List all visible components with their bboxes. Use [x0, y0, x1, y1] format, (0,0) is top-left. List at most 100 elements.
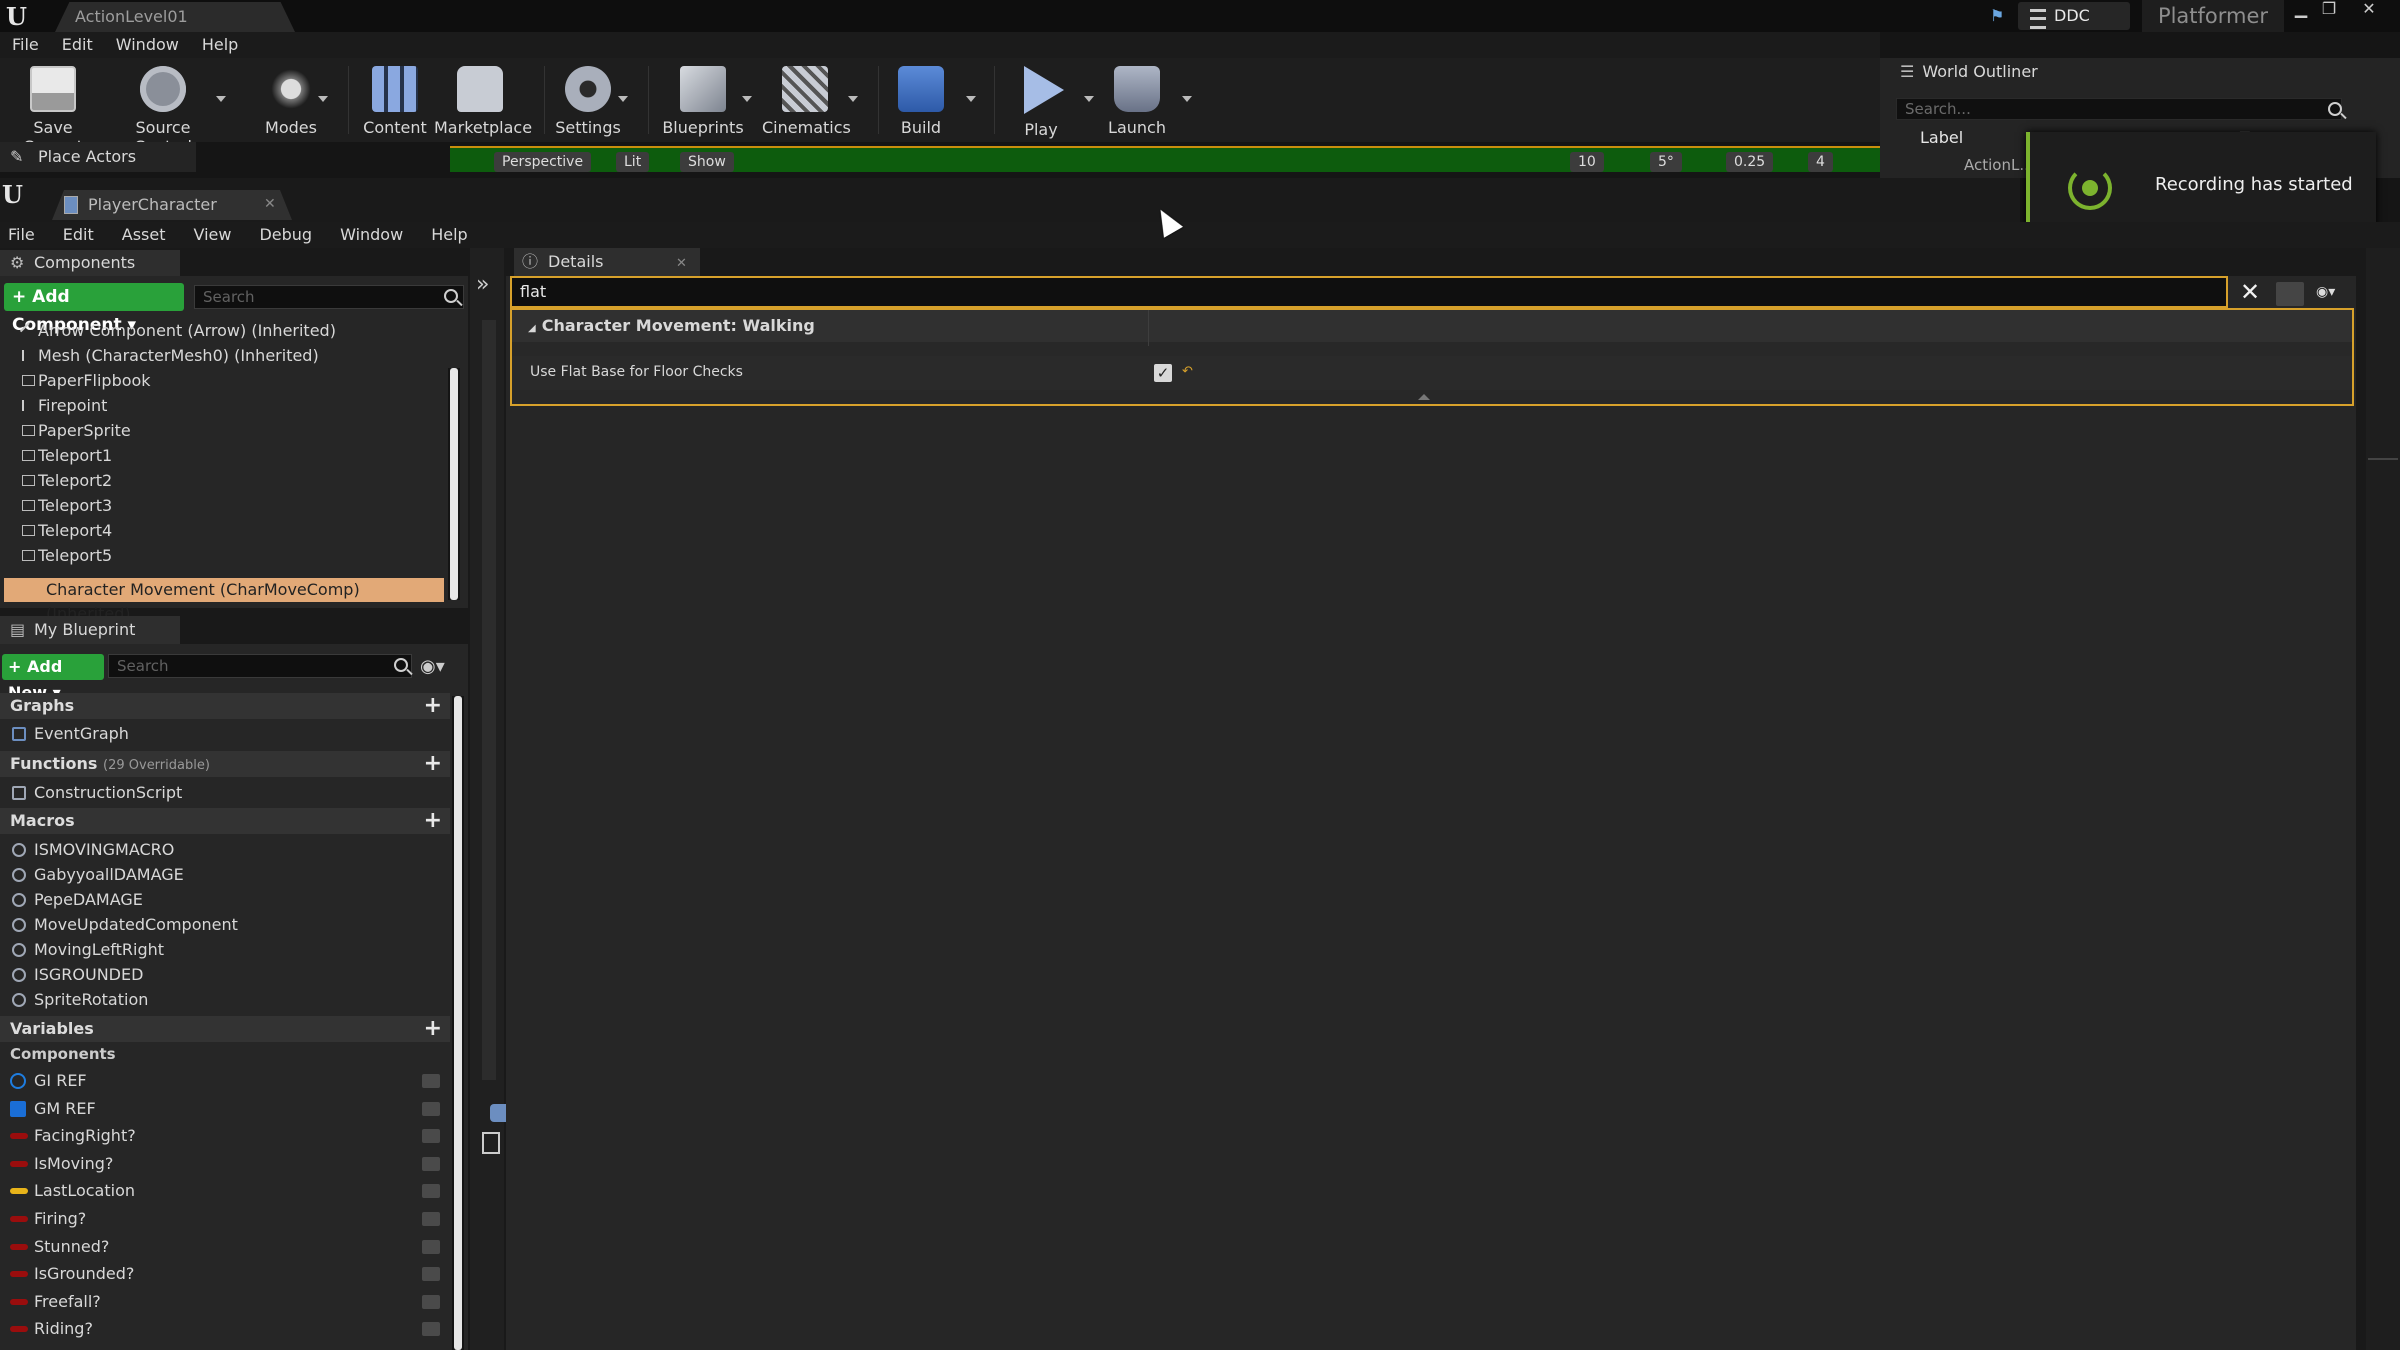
category-character-movement-walking[interactable]: ◢ Character Movement: Walking	[512, 310, 2352, 342]
add-graph-icon[interactable]: +	[424, 693, 442, 719]
cinematics-button[interactable]: Cinematics	[762, 62, 851, 140]
component-item[interactable]: Teleport3	[22, 494, 112, 518]
level-tab[interactable]: ActionLevel01	[55, 2, 295, 32]
clear-search-icon[interactable]: ✕	[2240, 278, 2260, 306]
graph-item[interactable]: EventGraph	[12, 722, 129, 746]
macro-item[interactable]: GabyyoallDAMAGE	[12, 863, 184, 887]
visibility-toggle-icon[interactable]	[422, 1294, 440, 1309]
play-button[interactable]: Play	[1010, 62, 1072, 140]
component-item[interactable]: Firepoint	[22, 394, 107, 418]
components-search[interactable]: Search	[194, 285, 464, 309]
visibility-toggle-icon[interactable]	[422, 1267, 440, 1282]
bp-menu-window[interactable]: Window	[340, 222, 403, 248]
add-variable-icon[interactable]: +	[424, 1016, 442, 1042]
collapse-arrow-icon[interactable]	[1418, 394, 1430, 400]
macros-section[interactable]: Macros +	[0, 808, 450, 834]
variable-row[interactable]: Riding?	[0, 1316, 450, 1342]
visibility-toggle-icon[interactable]	[422, 1074, 440, 1088]
show-button[interactable]: Show	[680, 152, 734, 172]
place-actors-tab[interactable]: ✎ Place Actors	[0, 142, 196, 172]
variables-section[interactable]: Variables +	[0, 1016, 450, 1042]
visibility-toggle-icon[interactable]	[422, 1184, 440, 1199]
blueprint-tab[interactable]: PlayerCharacter	[52, 190, 292, 220]
outliner-column-label[interactable]: Label	[1920, 128, 1963, 147]
use-flat-base-checkbox[interactable]: ✓	[1154, 364, 1172, 382]
variable-row[interactable]: Stunned?	[0, 1234, 450, 1260]
launch-button[interactable]: Launch	[1106, 62, 1168, 140]
minimize-icon[interactable]: ▁	[2288, 0, 2314, 20]
components-tab[interactable]: ⚙ Components	[0, 250, 180, 276]
menu-file[interactable]: File	[12, 32, 39, 58]
variable-row[interactable]: GM REF	[0, 1096, 450, 1122]
function-item[interactable]: ConstructionScript	[12, 781, 182, 805]
add-function-icon[interactable]: +	[424, 751, 442, 777]
outliner-row[interactable]: ActionL...	[1964, 156, 2034, 174]
variable-row[interactable]: IsGrounded?	[0, 1261, 450, 1287]
menu-edit[interactable]: Edit	[62, 32, 93, 58]
build-button[interactable]: Build	[890, 62, 952, 140]
visibility-toggle-icon[interactable]	[422, 1129, 440, 1144]
side-scrollbar[interactable]	[482, 320, 496, 1080]
variable-row[interactable]: Firing?	[0, 1206, 450, 1232]
expand-panel-icon[interactable]: »	[476, 272, 489, 297]
component-item[interactable]: PaperSprite	[22, 419, 131, 443]
source-control-button[interactable]: Source Control	[110, 62, 216, 156]
modes-button[interactable]: Modes	[258, 62, 324, 140]
bp-menu-view[interactable]: View	[194, 222, 232, 248]
close-tab-icon[interactable]: ✕	[676, 256, 687, 271]
component-item-character-movement[interactable]: Character Movement (CharMoveComp) (Inher…	[4, 578, 444, 623]
add-new-button[interactable]: + Add New ▾	[2, 654, 104, 702]
add-macro-icon[interactable]: +	[424, 808, 442, 834]
variable-row[interactable]: Freefall?	[0, 1289, 450, 1315]
bp-menu-asset[interactable]: Asset	[122, 222, 166, 248]
add-component-button[interactable]: + Add Component ▾	[4, 283, 184, 335]
functions-section[interactable]: Functions (29 Overridable) +	[0, 751, 450, 777]
visibility-toggle-icon[interactable]	[422, 1212, 440, 1226]
reset-to-default-icon[interactable]: ↶	[1182, 364, 1193, 379]
my-blueprint-scrollbar[interactable]	[452, 696, 464, 1350]
visibility-toggle-icon[interactable]	[422, 1156, 440, 1171]
lit-button[interactable]: Lit	[616, 152, 650, 172]
close-icon[interactable]: ✕	[2356, 0, 2382, 20]
visibility-toggle-icon[interactable]	[422, 1322, 440, 1337]
macro-item[interactable]: MovingLeftRight	[12, 938, 164, 962]
visibility-toggle-icon[interactable]	[422, 1101, 440, 1116]
rotation-snap[interactable]: 5°	[1650, 152, 1682, 172]
visibility-icon[interactable]: ◉▾	[420, 656, 445, 677]
components-category[interactable]: Components	[10, 1045, 116, 1063]
camera-speed[interactable]: 4	[1808, 152, 1833, 172]
variable-row[interactable]: GI REF	[0, 1068, 450, 1094]
macro-item[interactable]: SpriteRotation	[12, 988, 148, 1012]
details-search-input[interactable]: flat	[510, 276, 2228, 308]
macro-item[interactable]: PepeDAMAGE	[12, 888, 143, 912]
view-options-icon[interactable]	[2276, 282, 2304, 306]
graphs-section[interactable]: Graphs +	[0, 693, 450, 719]
save-current-button[interactable]: Save Current	[8, 62, 98, 156]
world-outliner-search[interactable]: Search...	[1896, 98, 2342, 120]
component-item[interactable]: Teleport5	[22, 544, 112, 568]
component-item[interactable]: PaperFlipbook	[22, 369, 151, 393]
visibility-icon[interactable]: ◉▾	[2316, 284, 2350, 304]
components-scrollbar[interactable]	[448, 368, 460, 600]
my-blueprint-search[interactable]: Search	[108, 654, 412, 678]
bp-menu-debug[interactable]: Debug	[259, 222, 312, 248]
details-tab[interactable]: ⓘ Details	[514, 248, 700, 276]
palette-icon[interactable]	[482, 1132, 500, 1154]
component-item[interactable]: Mesh (CharacterMesh0) (Inherited)	[22, 344, 319, 368]
blueprints-button[interactable]: Blueprints	[660, 62, 746, 140]
ddc-button[interactable]: DDC	[2018, 2, 2130, 30]
visibility-toggle-icon[interactable]	[422, 1239, 440, 1254]
component-item[interactable]: Teleport1	[22, 444, 112, 468]
variable-row[interactable]: IsMoving?	[0, 1151, 450, 1177]
scale-snap[interactable]: 0.25	[1726, 152, 1774, 172]
marketplace-button[interactable]: Marketplace	[434, 62, 532, 140]
perspective-button[interactable]: Perspective	[494, 152, 592, 172]
my-blueprint-tab[interactable]: ▤ My Blueprint	[0, 616, 180, 644]
component-item[interactable]: Arrow Component (Arrow) (Inherited)	[19, 319, 336, 343]
variable-row[interactable]: LastLocation	[0, 1178, 450, 1204]
bp-menu-edit[interactable]: Edit	[63, 222, 94, 248]
settings-button[interactable]: Settings	[554, 62, 622, 140]
menu-window[interactable]: Window	[116, 32, 179, 58]
bp-menu-file[interactable]: File	[8, 222, 35, 248]
close-tab-icon[interactable]: ✕	[264, 196, 276, 212]
